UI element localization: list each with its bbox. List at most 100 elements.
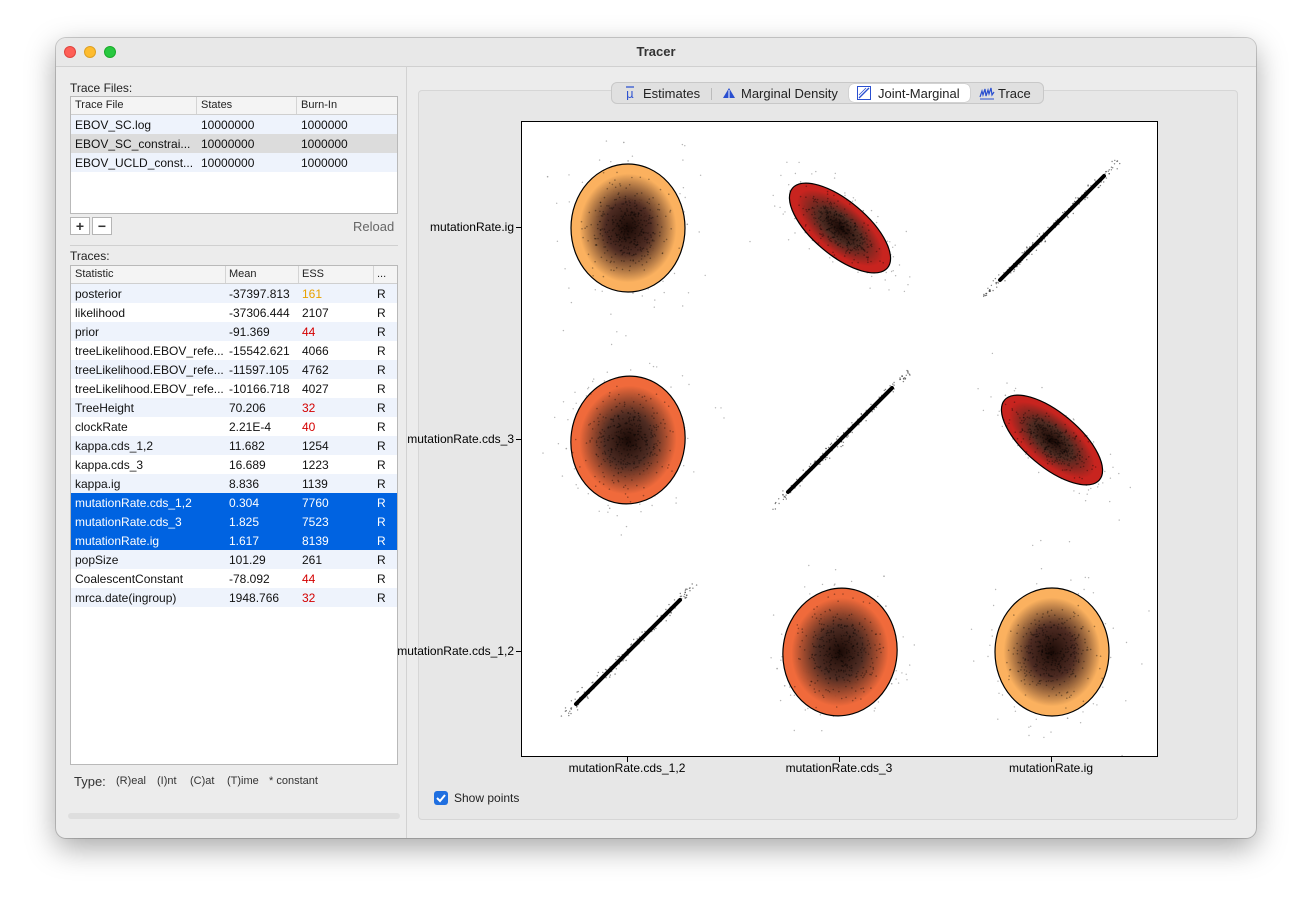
horizontal-scrollbar[interactable] (68, 813, 400, 819)
type-int: (I)nt (157, 775, 177, 787)
trace-row[interactable]: treeLikelihood.EBOV_refe... -11597.105 476… (71, 360, 397, 379)
tab-joint-marginal[interactable]: Joint-Marginal (849, 84, 970, 102)
plot-canvas (542, 104, 1150, 757)
trace-statistic: prior (75, 325, 100, 339)
trace-file-name: EBOV_SC.log (75, 118, 152, 132)
trace-row[interactable]: kappa.ig 8.836 1139 R (71, 474, 397, 493)
trace-files-table[interactable]: Trace File States Burn-In EBOV_SC.log 100… (70, 96, 398, 214)
trace-row[interactable]: mutationRate.cds_3 1.825 7523 R (71, 512, 397, 531)
trace-statistic: mutationRate.cds_1,2 (75, 496, 192, 510)
trace-row[interactable]: kappa.cds_3 16.689 1223 R (71, 455, 397, 474)
trace-row[interactable]: mrca.date(ingroup) 1948.766 32 R (71, 588, 397, 607)
y-tick (516, 227, 521, 228)
trace-ess: 4027 (302, 382, 329, 396)
trace-row[interactable]: kappa.cds_1,2 11.682 1254 R (71, 436, 397, 455)
trace-row[interactable]: popSize 101.29 261 R (71, 550, 397, 569)
trace-statistic: mrca.date(ingroup) (75, 591, 177, 605)
x-tick (839, 757, 840, 762)
reload-button[interactable]: Reload (353, 219, 394, 234)
col-states[interactable]: States (201, 99, 232, 111)
trace-row[interactable]: mutationRate.cds_1,2 0.304 7760 R (71, 493, 397, 512)
trace-row[interactable]: CoalescentConstant -78.092 44 R (71, 569, 397, 588)
window-title: Tracer (636, 44, 676, 59)
trace-ess: 44 (302, 325, 316, 339)
trace-mean: -11597.105 (229, 363, 289, 377)
trace-mean: -15542.621 (229, 344, 290, 358)
trace-row[interactable]: posterior -37397.813 161 R (71, 284, 397, 303)
trace-type: R (377, 496, 386, 510)
traces-header: Statistic Mean ESS ... (71, 266, 397, 284)
col-type[interactable]: ... (377, 268, 386, 280)
trace-ess: 2107 (302, 306, 329, 320)
trace-row[interactable]: prior -91.369 44 R (71, 322, 397, 341)
type-real: (R)eal (116, 775, 146, 787)
trace-row[interactable]: likelihood -37306.444 2107 R (71, 303, 397, 322)
col-burn-in[interactable]: Burn-In (301, 99, 337, 111)
trace-ess: 44 (302, 572, 316, 586)
trace-icon (979, 86, 995, 103)
col-trace-file[interactable]: Trace File (75, 99, 124, 111)
separator (70, 245, 398, 246)
type-cat: (C)at (190, 775, 215, 787)
trace-file-row[interactable]: EBOV_UCLD_const... 10000000 1000000 (71, 153, 397, 172)
x-axis-label: mutationRate.cds_3 (785, 761, 893, 775)
trace-row[interactable]: TreeHeight 70.206 32 R (71, 398, 397, 417)
remove-file-button[interactable]: − (92, 217, 112, 235)
trace-ess: 4066 (302, 344, 329, 358)
show-points-checkbox[interactable] (434, 791, 448, 805)
trace-row[interactable]: mutationRate.ig 1.617 8139 R (71, 531, 397, 550)
trace-files-label: Trace Files: (70, 81, 133, 95)
trace-mean: -37397.813 (229, 287, 290, 301)
trace-mean: -91.369 (229, 325, 270, 339)
trace-statistic: popSize (75, 553, 119, 567)
add-file-button[interactable]: + (70, 217, 90, 235)
trace-ess: 32 (302, 401, 316, 415)
trace-mean: 11.682 (229, 439, 265, 453)
joint-ellipse-cell (970, 539, 1150, 757)
trace-mean: 1948.766 (229, 591, 280, 605)
trace-statistic: kappa.ig (75, 477, 121, 491)
trace-row[interactable]: clockRate 2.21E-4 40 R (71, 417, 397, 436)
trace-mean: 0.304 (229, 496, 260, 510)
trace-mean: 1.617 (229, 534, 260, 548)
col-statistic[interactable]: Statistic (75, 268, 114, 280)
tab-marginal-density[interactable]: Marginal Density (714, 84, 846, 102)
trace-statistic: kappa.cds_3 (75, 458, 144, 472)
tab-estimates[interactable]: μ Estimates (616, 84, 710, 102)
x-axis-label: mutationRate.cds_1,2 (568, 761, 686, 775)
trace-statistic: treeLikelihood.EBOV_refe... (75, 344, 223, 358)
traces-table[interactable]: Statistic Mean ESS ... posterior -37397.8… (70, 265, 398, 765)
trace-files-header: Trace File States Burn-In (71, 97, 397, 115)
trace-file-burnin: 1000000 (301, 156, 348, 170)
trace-file-name: EBOV_SC_constrai... (75, 137, 191, 151)
tab-trace[interactable]: Trace (973, 84, 1039, 102)
trace-row[interactable]: treeLikelihood.EBOV_refe... -10166.718 402… (71, 379, 397, 398)
traces-label: Traces: (70, 249, 110, 263)
trace-type: R (377, 401, 386, 415)
split-divider[interactable] (406, 66, 407, 838)
col-mean[interactable]: Mean (229, 268, 257, 280)
trace-ess: 8139 (302, 534, 329, 548)
y-axis-label: mutationRate.ig (429, 220, 514, 234)
trace-file-row[interactable]: EBOV_SC.log 10000000 1000000 (71, 115, 397, 134)
trace-statistic: treeLikelihood.EBOV_refe... (75, 363, 223, 377)
trace-mean: 2.21E-4 (229, 420, 272, 434)
mu-icon: μ (624, 86, 636, 103)
type-constant: * constant (269, 775, 318, 787)
x-tick (1051, 757, 1052, 762)
trace-row[interactable]: treeLikelihood.EBOV_refe... -15542.621 406… (71, 341, 397, 360)
trace-file-burnin: 1000000 (301, 137, 348, 151)
trace-type: R (377, 515, 386, 529)
trace-statistic: CoalescentConstant (75, 572, 184, 586)
trace-mean: -10166.718 (229, 382, 290, 396)
col-ess[interactable]: ESS (302, 268, 324, 280)
trace-statistic: treeLikelihood.EBOV_refe... (75, 382, 223, 396)
trace-mean: 1.825 (229, 515, 260, 529)
trace-type: R (377, 344, 386, 358)
trace-ess: 32 (302, 591, 316, 605)
trace-statistic: mutationRate.ig (75, 534, 160, 548)
trace-ess: 1223 (302, 458, 329, 472)
trace-file-row[interactable]: EBOV_SC_constrai... 10000000 1000000 (71, 134, 397, 153)
trace-statistic: kappa.cds_1,2 (75, 439, 154, 453)
tab-bar: μ Estimates Marginal Density Joint-Margi… (611, 82, 1044, 104)
